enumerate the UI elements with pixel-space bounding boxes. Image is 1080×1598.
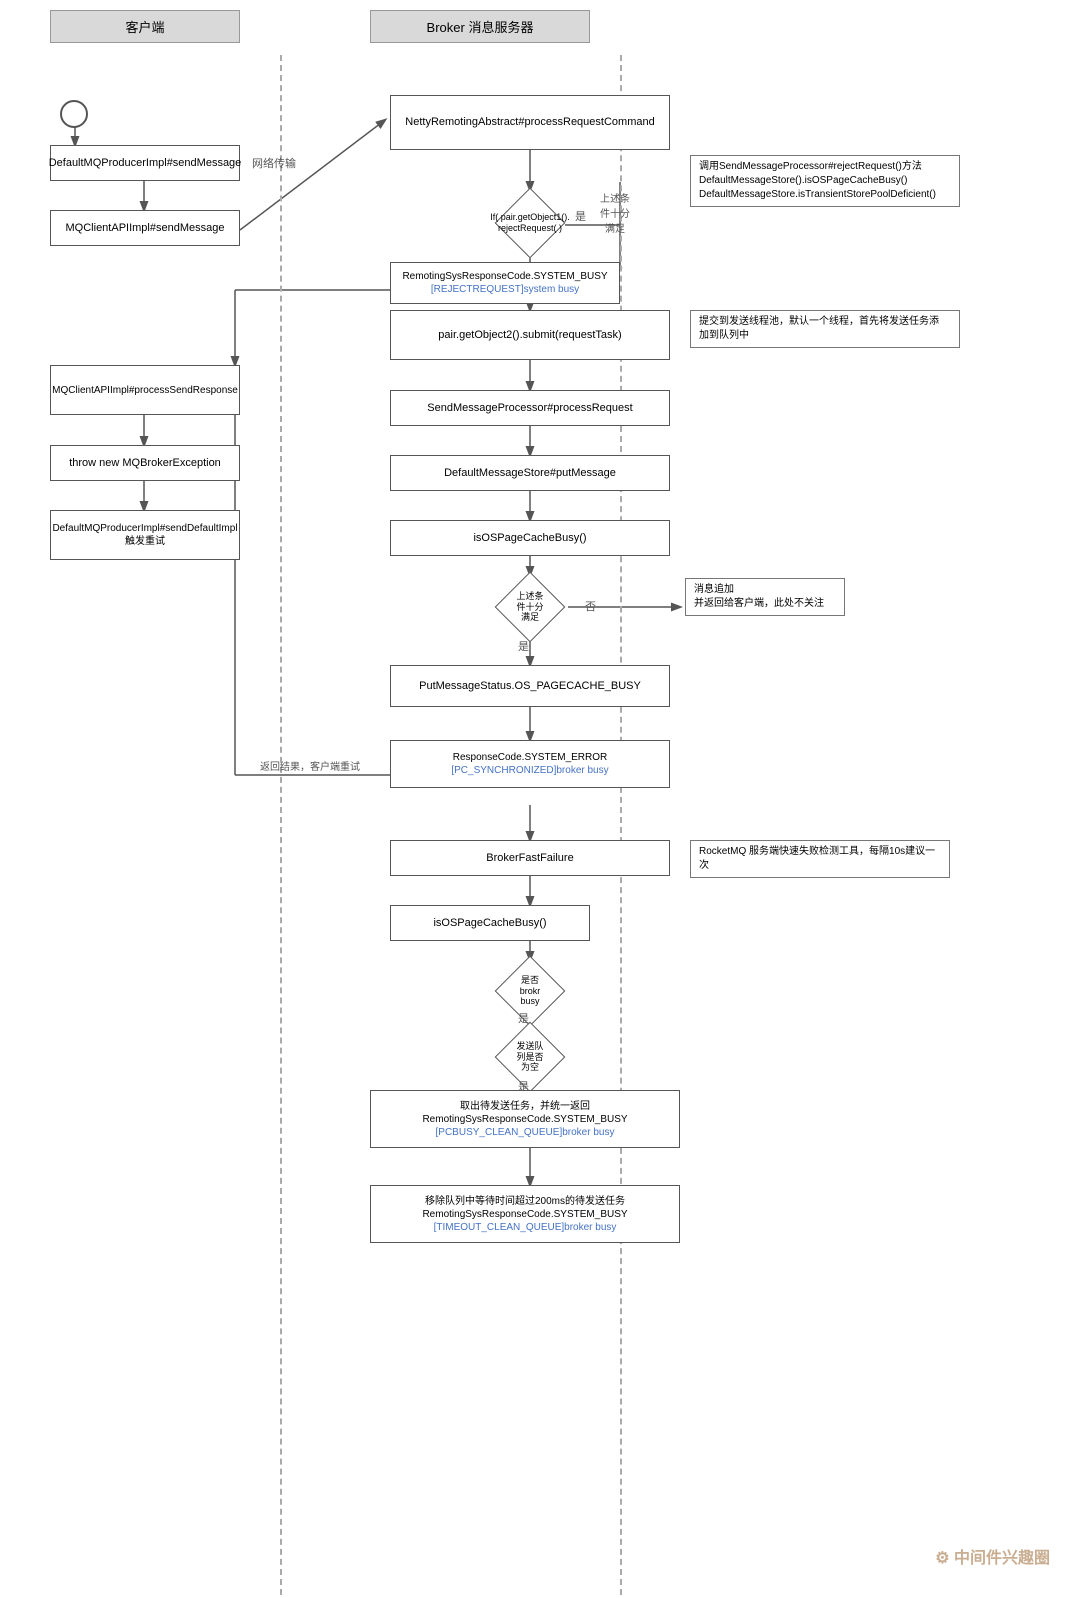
- annotation-n12: 返回结果，客户端重试: [260, 758, 360, 773]
- divider-left: [280, 55, 282, 1595]
- start-circle: [60, 100, 88, 128]
- annotation-n4: 调用SendMessageProcessor#rejectRequest()方法…: [690, 155, 960, 207]
- diamond-n14: 是否brokrbusy: [490, 956, 570, 1026]
- node-n14: isOSPageCacheBusy(): [390, 905, 590, 941]
- node-n8: DefaultMessageStore#putMessage: [390, 455, 670, 491]
- annotation-n13: RocketMQ 服务端快速失败检测工具，每隔10s建议一次: [690, 840, 950, 878]
- node-processSend: MQClientAPIImpl#processSendResponse: [50, 365, 240, 415]
- diamond-n4: If( pair.getObject1().rejectRequest( ): [490, 188, 570, 258]
- node-n6: pair.getObject2().submit(requestTask): [390, 310, 670, 360]
- annotation-no: 消息追加并返回给客户端，此处不关注: [685, 578, 845, 616]
- broker-label: Broker 消息服务器: [427, 20, 534, 35]
- node-n1: DefaultMQProducerImpl#sendMessage: [50, 145, 240, 181]
- header-broker: Broker 消息服务器: [370, 10, 590, 43]
- no-label-n10: 否: [585, 598, 596, 614]
- node-throw: throw new MQBrokerException: [50, 445, 240, 481]
- node-n11: PutMessageStatus.OS_PAGECACHE_BUSY: [390, 665, 670, 707]
- node-n7: SendMessageProcessor#processRequest: [390, 390, 670, 426]
- node-n17: 移除队列中等待时间超过200ms的待发送任务RemotingSysRespons…: [370, 1185, 680, 1243]
- watermark: ⚙ 中间件兴趣圈: [935, 1544, 1050, 1568]
- node-n12: ResponseCode.SYSTEM_ERROR[PC_SYNCHRONIZE…: [390, 740, 670, 788]
- client-label: 客户端: [125, 20, 164, 35]
- node-n13: BrokerFastFailure: [390, 840, 670, 876]
- header-client: 客户端: [50, 10, 240, 43]
- diagram-container: 客户端 Broker 消息服务器 DefaultMQProducerImpl#s…: [0, 0, 1080, 1598]
- node-retry: DefaultMQProducerImpl#sendDefaultImpl触发重…: [50, 510, 240, 560]
- node-n2: MQClientAPIImpl#sendMessage: [50, 210, 240, 246]
- yes-label-n10: 是: [518, 638, 529, 654]
- diamond-n15: 发送队列是否为空: [490, 1022, 570, 1092]
- condition-label-1: 上述条件十分满足: [600, 190, 630, 235]
- node-n3: NettyRemotingAbstract#processRequestComm…: [390, 95, 670, 150]
- node-n5: RemotingSysResponseCode.SYSTEM_BUSY[REJE…: [390, 262, 620, 304]
- node-n16: 取出待发送任务，并统一返回RemotingSysResponseCode.SYS…: [370, 1090, 680, 1148]
- network-label: 网络传输: [252, 155, 296, 171]
- annotation-n6: 提交到发送线程池，默认一个线程，首先将发送任务添加到队列中: [690, 310, 960, 348]
- node-n9: isOSPageCacheBusy(): [390, 520, 670, 556]
- yes-label-n4: 是: [575, 208, 586, 224]
- divider-right: [620, 55, 622, 1595]
- diamond-n10: 上述条件十分满足: [490, 572, 570, 642]
